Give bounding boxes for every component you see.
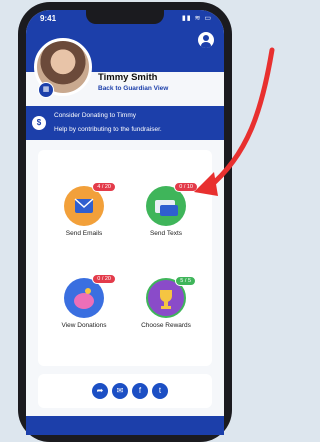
- back-to-guardian-link[interactable]: Back to Guardian View: [98, 85, 168, 92]
- app-screen: 9:41 ▮▮ ≋ ▭ ▦ Timmy Smith Back to Guardi…: [26, 10, 224, 435]
- trophy-icon: 5 / 5: [146, 276, 196, 318]
- action-grid: 4 / 20 Send Emails 0 / 10 Send Texts 0 /…: [38, 150, 212, 366]
- piggy-bank-icon: 0 / 20: [64, 274, 116, 318]
- banner-subtitle: Help by contributing to the fundraiser.: [54, 126, 162, 133]
- banner-title: Consider Donating to Timmy: [54, 112, 137, 119]
- tile-badge: 0 / 10: [174, 182, 198, 192]
- sms-icon: 0 / 10: [146, 182, 198, 226]
- donate-banner[interactable]: $ Consider Donating to Timmy Help by con…: [26, 106, 224, 140]
- account-icon[interactable]: [198, 32, 214, 48]
- tile-choose-rewards[interactable]: 5 / 5 Choose Rewards: [126, 276, 206, 329]
- share-icon[interactable]: ➦: [92, 383, 108, 399]
- twitter-icon[interactable]: t: [152, 383, 168, 399]
- dollar-icon: $: [32, 116, 46, 130]
- tile-badge: 5 / 5: [175, 276, 196, 286]
- user-name: Timmy Smith: [98, 72, 158, 83]
- messenger-icon[interactable]: ✉: [112, 383, 128, 399]
- tile-label: View Donations: [61, 322, 107, 329]
- tile-send-emails[interactable]: 4 / 20 Send Emails: [44, 182, 124, 237]
- tile-view-donations[interactable]: 0 / 20 View Donations: [44, 274, 124, 329]
- tile-send-texts[interactable]: 0 / 10 Send Texts: [126, 182, 206, 237]
- tile-badge: 4 / 20: [92, 182, 116, 192]
- tile-label: Choose Rewards: [141, 322, 191, 329]
- email-icon: 4 / 20: [64, 182, 116, 226]
- grid-icon[interactable]: ▦: [38, 82, 54, 98]
- status-time: 9:41: [40, 14, 57, 23]
- tile-badge: 0 / 20: [92, 274, 116, 284]
- status-icons: ▮▮ ≋ ▭: [181, 15, 212, 22]
- footer-band: [26, 416, 224, 435]
- facebook-icon[interactable]: f: [132, 383, 148, 399]
- tile-label: Send Texts: [149, 230, 183, 237]
- tile-label: Send Emails: [65, 230, 103, 237]
- share-bar: ➦ ✉ f t: [38, 374, 212, 408]
- phone-notch: [86, 10, 164, 24]
